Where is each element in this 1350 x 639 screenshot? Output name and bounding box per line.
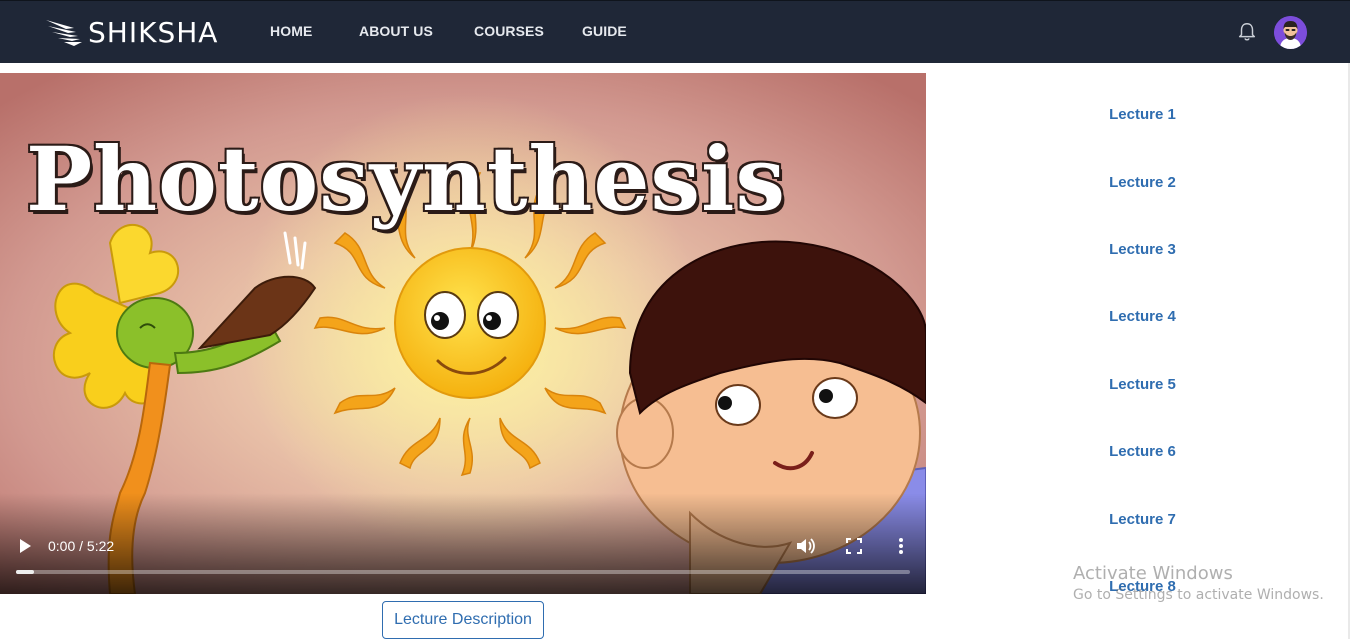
video-controls-overlay [0,493,926,594]
watermark-title: Activate Windows [1073,563,1233,584]
more-options-icon[interactable] [896,537,906,555]
wing-logo-icon [46,20,82,46]
fullscreen-icon[interactable] [846,538,862,554]
lecture-item-1[interactable]: Lecture 1 [1060,106,1225,123]
lecture-item-2[interactable]: Lecture 2 [1060,174,1225,191]
lecture-item-5[interactable]: Lecture 5 [1060,376,1225,393]
lecture-item-6[interactable]: Lecture 6 [1060,443,1225,460]
video-progress-fill [16,570,34,574]
bell-icon[interactable] [1236,21,1258,43]
lecture-item-4[interactable]: Lecture 4 [1060,308,1225,325]
top-navbar: SHIKSHA HOME ABOUT US COURSES GUIDE [0,0,1350,63]
user-avatar-icon [1274,16,1307,49]
activate-windows-watermark: Activate Windows Go to Settings to activ… [1073,563,1324,603]
volume-icon[interactable] [796,537,816,555]
video-progress-bar[interactable] [16,570,910,574]
lecture-item-7[interactable]: Lecture 7 [1060,511,1225,528]
video-title-graphic: Photosynthesis [26,127,786,231]
lecture-item-3[interactable]: Lecture 3 [1060,241,1225,258]
nav-about-us[interactable]: ABOUT US [359,23,433,39]
sun-face [394,247,546,399]
video-time: 0:00 / 5:22 [48,538,115,554]
nav-home[interactable]: HOME [270,23,312,39]
nav-courses[interactable]: COURSES [474,23,544,39]
watermark-subtitle: Go to Settings to activate Windows. [1073,587,1324,603]
video-player[interactable]: Photosynthesis 0:00 / 5:22 [0,73,926,594]
lecture-description-button[interactable]: Lecture Description [382,601,544,639]
play-icon[interactable] [18,538,32,554]
brand-logo[interactable]: SHIKSHA [44,15,218,49]
avatar[interactable] [1274,16,1307,49]
brand-name: SHIKSHA [88,15,219,49]
nav-guide[interactable]: GUIDE [582,23,627,39]
